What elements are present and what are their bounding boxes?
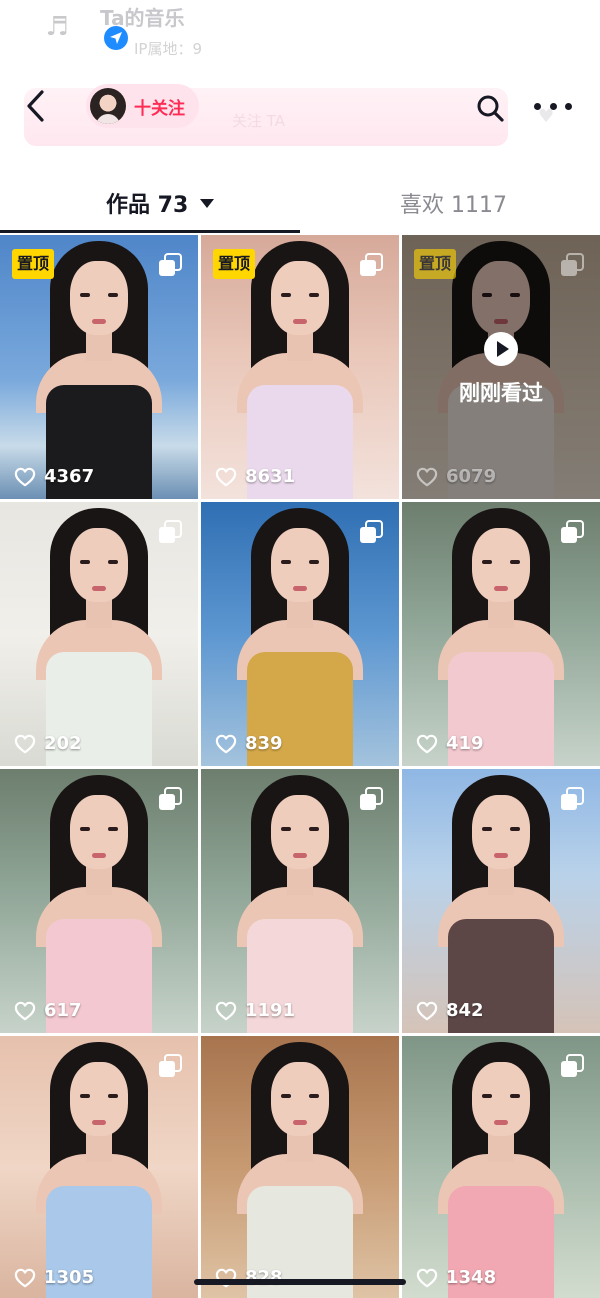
multi-image-icon	[560, 253, 584, 277]
video-tile[interactable]: 839	[201, 502, 399, 766]
heart-outline-icon	[14, 1001, 36, 1020]
profile-header: ♬ Ta的音乐 IP属地：9 关注 TA ♥ 十关注	[0, 0, 600, 165]
play-icon[interactable]	[484, 332, 518, 366]
video-tile[interactable]: 617	[0, 769, 198, 1033]
like-count: 617	[14, 1000, 82, 1021]
tab-likes[interactable]: 喜欢 1117	[400, 176, 507, 230]
multi-image-icon	[158, 253, 182, 277]
video-tile[interactable]: 842	[402, 769, 600, 1033]
multi-image-icon	[560, 1054, 584, 1078]
like-count-value: 842	[446, 1000, 484, 1021]
heart-outline-icon	[14, 1268, 36, 1287]
heart-outline-icon	[416, 734, 438, 753]
search-button[interactable]	[474, 92, 506, 124]
more-dot-icon	[565, 102, 572, 110]
video-tile[interactable]: 置顶 8631	[201, 235, 399, 499]
heart-outline-icon	[416, 1001, 438, 1020]
video-tile[interactable]: 置顶 4367	[0, 235, 198, 499]
multi-image-icon	[158, 787, 182, 811]
multi-image-icon	[158, 520, 182, 544]
like-count: 1348	[416, 1267, 496, 1288]
multi-image-icon	[158, 1054, 182, 1078]
video-tile[interactable]: 828	[201, 1036, 399, 1298]
chevron-left-icon	[27, 90, 44, 122]
tab-likes-label: 喜欢 1117	[400, 193, 507, 218]
more-options-button[interactable]	[534, 94, 572, 118]
location-arrow-icon	[104, 26, 128, 50]
heart-outline-icon	[215, 734, 237, 753]
multi-image-icon	[359, 253, 383, 277]
like-count-value: 419	[446, 733, 484, 754]
video-tile[interactable]: 1348	[402, 1036, 600, 1298]
like-count-value: 1305	[44, 1267, 95, 1288]
follow-button[interactable]: 十关注	[86, 84, 199, 128]
like-count-value: 617	[44, 1000, 82, 1021]
heart-outline-icon	[416, 1268, 438, 1287]
like-count-value: 1348	[446, 1267, 497, 1288]
video-tile[interactable]: 419	[402, 502, 600, 766]
like-count-value: 6079	[446, 466, 497, 487]
heart-outline-icon	[14, 734, 36, 753]
video-tile[interactable]: 202	[0, 502, 198, 766]
faded-band-text: 关注 TA	[232, 112, 286, 130]
like-count-value: 1191	[245, 1000, 296, 1021]
like-count: 842	[416, 1000, 484, 1021]
tab-works-label: 作品 73	[106, 193, 189, 218]
avatar[interactable]	[90, 88, 126, 124]
like-count: 202	[14, 733, 82, 754]
multi-image-icon	[359, 520, 383, 544]
like-count: 1305	[14, 1267, 94, 1288]
like-count-value: 202	[44, 733, 82, 754]
multi-image-icon	[359, 787, 383, 811]
multi-image-icon	[560, 520, 584, 544]
works-grid: 置顶 4367 置顶 8631 置顶刚刚看过 6079 202 839 419 617 1191 84…	[0, 235, 600, 1298]
search-icon	[477, 95, 504, 122]
home-indicator	[194, 1279, 406, 1285]
like-count-value: 8631	[245, 466, 296, 487]
heart-outline-icon	[215, 1001, 237, 1020]
follow-label: 十关注	[134, 98, 185, 119]
like-count: 419	[416, 733, 484, 754]
pinned-badge: 置顶	[414, 249, 457, 279]
video-tile[interactable]: 置顶刚刚看过 6079	[402, 235, 600, 499]
more-dot-icon	[534, 102, 541, 110]
recently-watched-label: 刚刚看过	[459, 381, 543, 405]
like-count-value: 4367	[44, 466, 95, 487]
like-count-value: 839	[245, 733, 283, 754]
pinned-badge: 置顶	[213, 249, 256, 279]
like-count: 4367	[14, 466, 94, 487]
like-count: 839	[215, 733, 283, 754]
heart-outline-icon	[215, 467, 237, 486]
multi-image-icon	[560, 787, 584, 811]
caret-down-icon[interactable]	[200, 198, 215, 208]
video-tile[interactable]: 1191	[201, 769, 399, 1033]
thumbnail-figure	[201, 1036, 399, 1298]
like-count: 1191	[215, 1000, 295, 1021]
music-note-icon: ♬	[45, 12, 69, 42]
profile-tabs: 作品 73 喜欢 1117	[0, 176, 600, 234]
like-count: 6079	[416, 466, 496, 487]
faded-profile-subtitle: IP属地：9	[134, 40, 203, 58]
video-tile[interactable]: 1305	[0, 1036, 198, 1298]
back-button[interactable]	[20, 88, 54, 124]
heart-outline-icon	[14, 467, 36, 486]
heart-outline-icon	[416, 467, 438, 486]
like-count: 8631	[215, 466, 295, 487]
tab-works[interactable]: 作品 73	[106, 176, 215, 230]
pinned-badge: 置顶	[12, 249, 55, 279]
active-tab-indicator	[0, 230, 300, 233]
more-dot-icon	[549, 102, 557, 110]
